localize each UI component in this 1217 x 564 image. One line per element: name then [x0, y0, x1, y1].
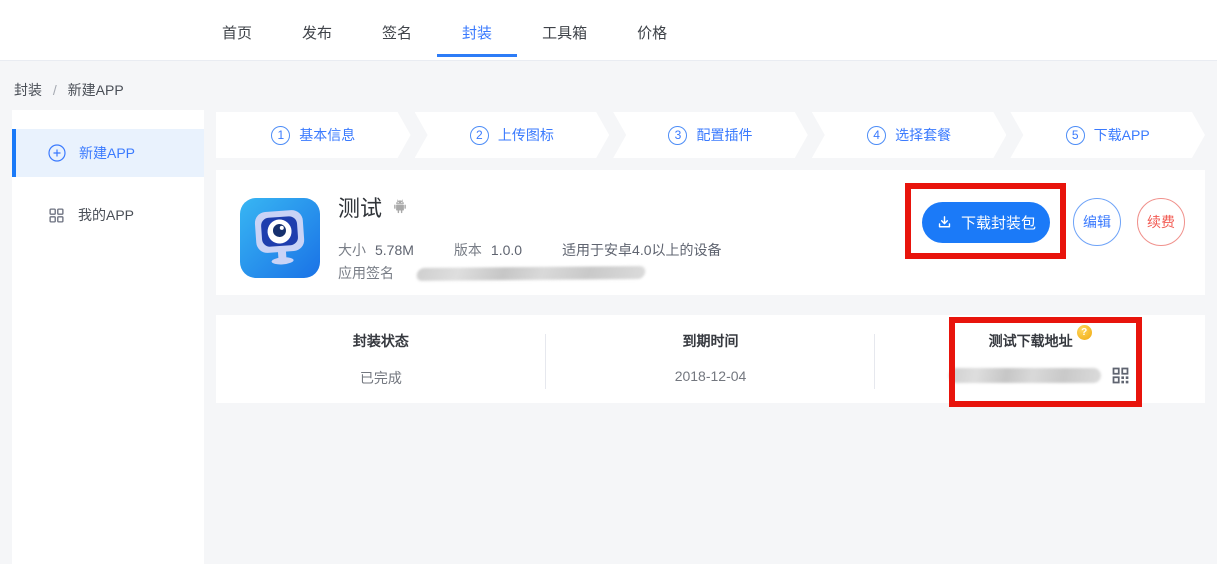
compat-text: 适用于安卓4.0以上的设备: [562, 240, 721, 260]
nav-item-package[interactable]: 封装: [437, 0, 517, 57]
version-label: 版本: [454, 240, 482, 260]
step-configure-plugins[interactable]: 3 配置插件: [613, 112, 808, 158]
main-nav: 首页 发布 签名 封装 工具箱 价格: [197, 0, 692, 57]
package-status-value: 已完成: [216, 368, 546, 388]
expiry-date-column: 到期时间 2018-12-04: [546, 315, 876, 403]
step-number-badge: 3: [668, 126, 687, 145]
app-title: 测试: [338, 191, 382, 223]
grid-icon: [48, 207, 65, 224]
package-status-column: 封装状态 已完成: [216, 315, 546, 403]
app-icon: [240, 198, 320, 278]
plus-circle-icon: [48, 144, 66, 162]
step-number-badge: 2: [470, 126, 489, 145]
step-upload-icon[interactable]: 2 上传图标: [415, 112, 610, 158]
app-card: 测试 大小 5.78M 版本 1.0.0 适用于安卓4.0以上的设备 应用签名: [216, 170, 1205, 295]
edit-button[interactable]: 编辑: [1073, 198, 1121, 246]
sidebar-item-label: 新建APP: [79, 143, 135, 163]
signature-row: 应用签名: [338, 263, 645, 283]
nav-item-sign[interactable]: 签名: [357, 0, 437, 57]
step-basic-info[interactable]: 1 基本信息: [216, 112, 411, 158]
step-number-badge: 1: [271, 126, 290, 145]
sidebar-item-new-app[interactable]: 新建APP: [12, 129, 204, 177]
nav-item-toolbox[interactable]: 工具箱: [517, 0, 612, 57]
renew-button[interactable]: 续费: [1137, 198, 1185, 246]
signature-label: 应用签名: [338, 263, 394, 283]
sidebar-item-label: 我的APP: [78, 205, 134, 225]
download-package-button[interactable]: 下载封装包: [922, 202, 1050, 243]
test-download-column: 测试下载地址 ?: [875, 315, 1205, 403]
top-header: 首页 发布 签名 封装 工具箱 价格: [0, 0, 1217, 61]
step-wizard: 1 基本信息 2 上传图标 3 配置插件 4 选择套餐 5 下载APP: [216, 112, 1205, 158]
download-url-redacted-blur[interactable]: [949, 368, 1101, 383]
status-card: 封装状态 已完成 到期时间 2018-12-04 测试下载地址 ?: [216, 315, 1205, 403]
breadcrumb: 封装 / 新建APP: [14, 80, 124, 100]
expiry-date-value: 2018-12-04: [546, 368, 876, 384]
help-icon[interactable]: ?: [1077, 325, 1092, 340]
sidebar: 新建APP 我的APP: [12, 110, 204, 564]
step-download-app[interactable]: 5 下载APP: [1010, 112, 1205, 158]
download-icon: [936, 214, 953, 231]
breadcrumb-section[interactable]: 封装: [14, 82, 42, 98]
android-icon: [391, 198, 409, 216]
step-choose-plan[interactable]: 4 选择套餐: [812, 112, 1007, 158]
package-status-header: 封装状态: [353, 331, 409, 351]
sidebar-item-my-app[interactable]: 我的APP: [12, 191, 204, 239]
signature-redacted-blur: [416, 266, 647, 281]
app-meta-row: 大小 5.78M 版本 1.0.0 适用于安卓4.0以上的设备: [338, 240, 722, 260]
test-download-header: 测试下载地址: [989, 331, 1073, 351]
qr-code-icon[interactable]: [1110, 365, 1131, 386]
nav-item-publish[interactable]: 发布: [277, 0, 357, 57]
step-number-badge: 4: [867, 126, 886, 145]
size-value: 5.78M: [375, 242, 414, 258]
version-value: 1.0.0: [491, 242, 522, 258]
step-number-badge: 5: [1066, 126, 1085, 145]
breadcrumb-separator: /: [53, 82, 57, 98]
nav-item-home[interactable]: 首页: [197, 0, 277, 57]
breadcrumb-current: 新建APP: [68, 82, 124, 98]
nav-item-price[interactable]: 价格: [612, 0, 692, 57]
expiry-date-header: 到期时间: [683, 331, 739, 351]
size-label: 大小: [338, 240, 366, 260]
